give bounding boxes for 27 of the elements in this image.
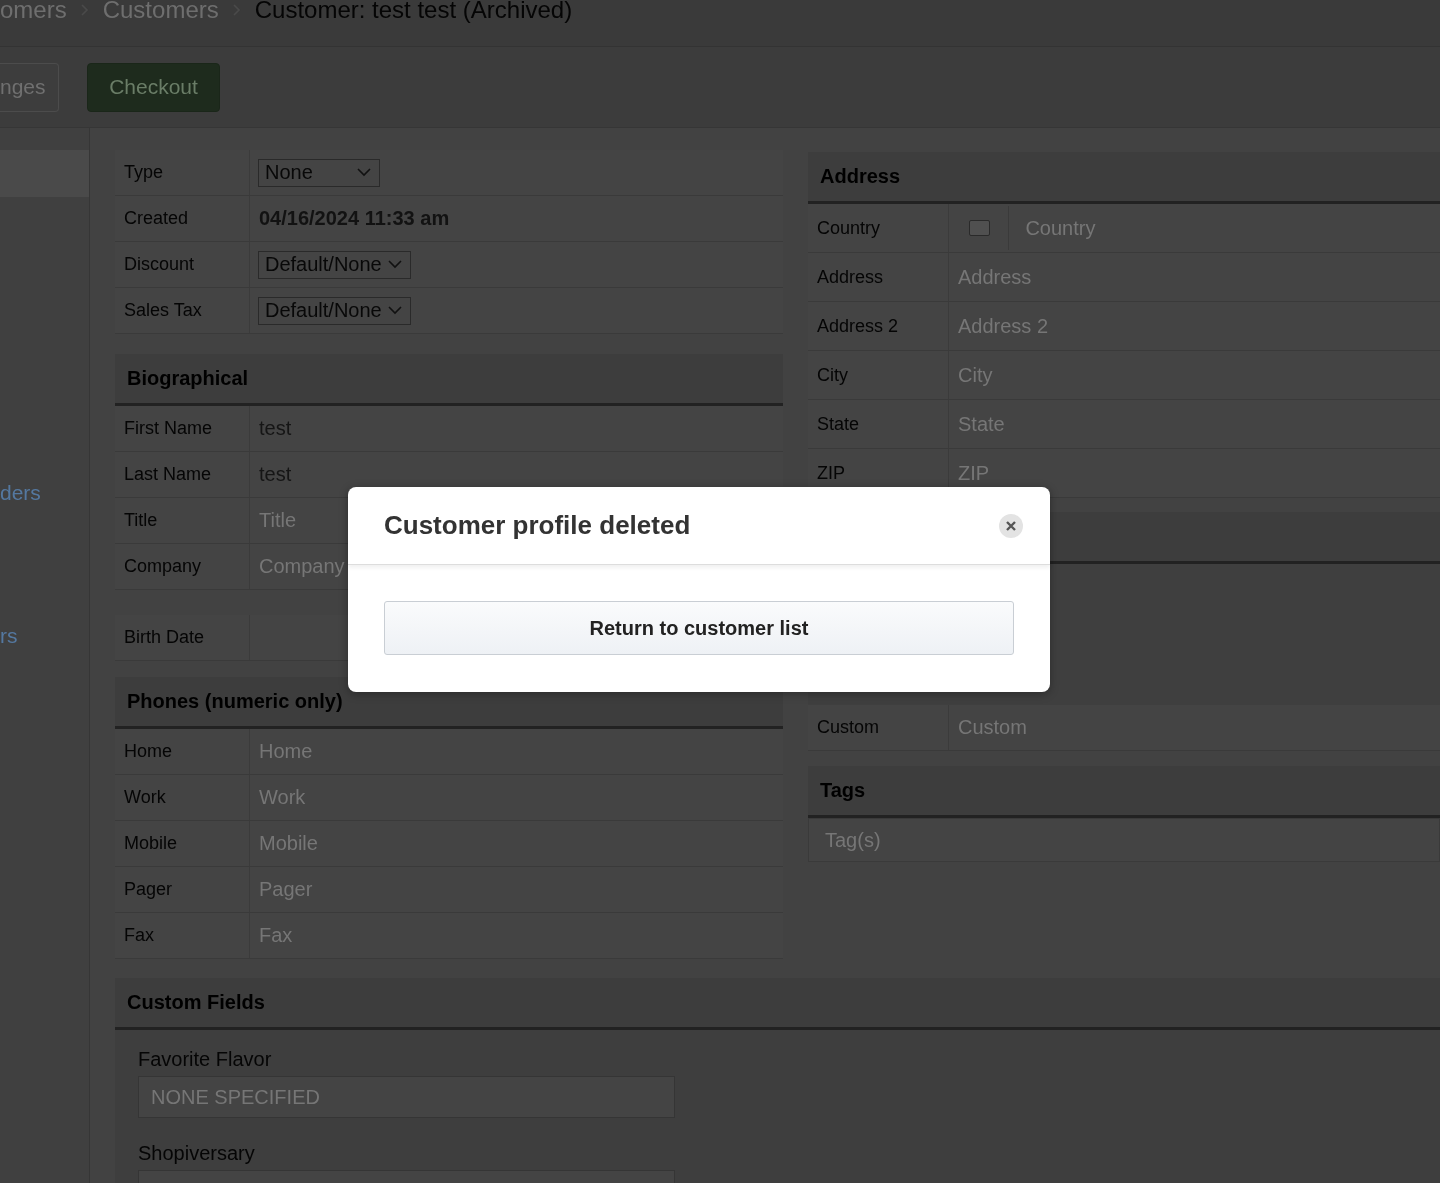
field-label: Mobile [115, 821, 250, 866]
field-label: Fax [115, 913, 250, 958]
field-label: Title [115, 498, 250, 543]
section-header: Address [808, 152, 1440, 204]
field-label: City [808, 351, 949, 399]
field-label: Shopiversary [138, 1142, 256, 1165]
field-label: Address 2 [808, 302, 949, 350]
field-label: Last Name [115, 452, 250, 497]
field-label: Discount [115, 242, 250, 287]
field-label: Sales Tax [115, 288, 250, 333]
field-label: First Name [115, 406, 250, 451]
section-header: Custom Fields [115, 978, 1440, 1030]
field-label: Birth Date [115, 615, 250, 660]
field-label: State [808, 400, 949, 448]
field-label: Created [115, 196, 250, 241]
field-label: Company [115, 544, 250, 589]
field-label: Favorite Flavor [138, 1048, 273, 1071]
field-label: Pager [115, 867, 250, 912]
field-label: Work [115, 775, 250, 820]
field-label: Home [115, 729, 250, 774]
field-label: Country [808, 204, 949, 252]
field-label: Custom [808, 705, 949, 750]
modal-title: Customer profile deleted [384, 510, 691, 541]
field-label: Address [808, 253, 949, 301]
field-label: Type [115, 150, 250, 195]
section-header: Tags [808, 766, 1440, 818]
section-header: Biographical [115, 354, 783, 406]
